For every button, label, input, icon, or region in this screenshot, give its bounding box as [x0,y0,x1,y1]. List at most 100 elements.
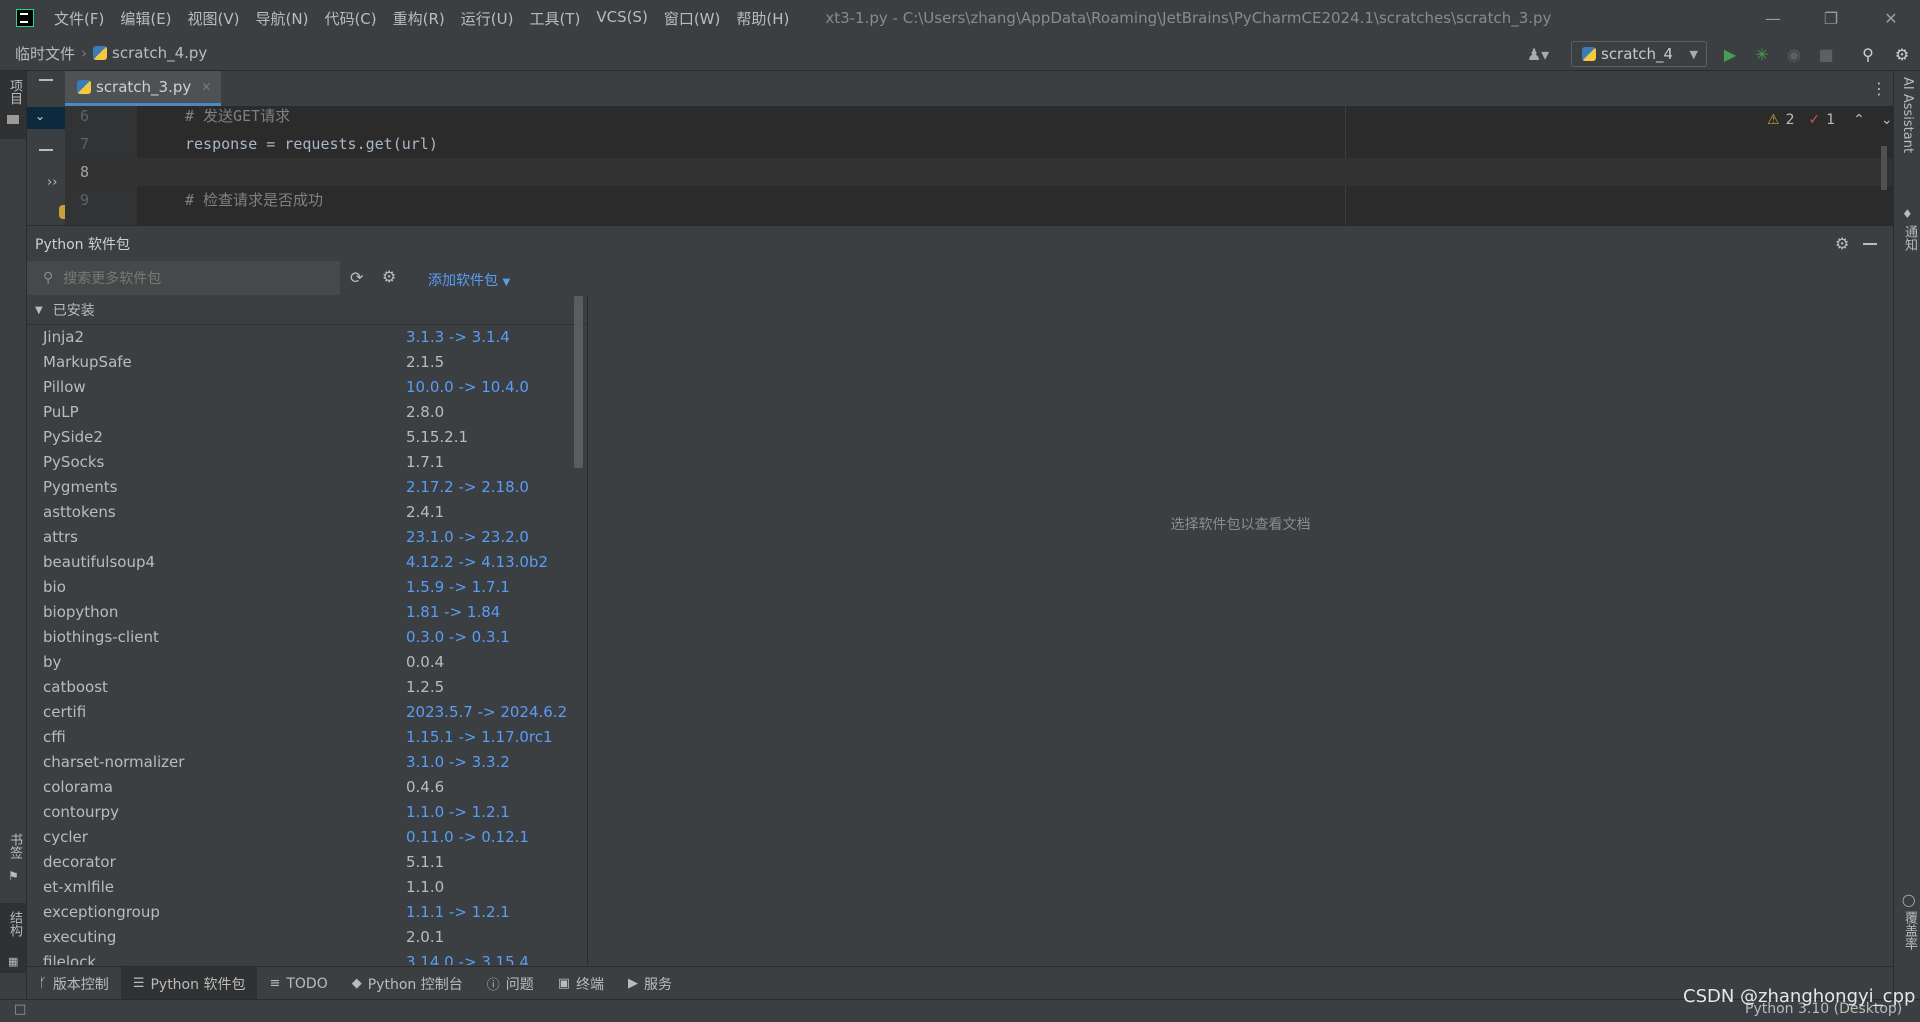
package-version-upgrade-link[interactable]: 1.15.1 -> 1.17.0rc1 [406,728,553,746]
menu-item-6[interactable]: 运行(U) [461,8,514,29]
package-row[interactable]: bio 1.5.9 -> 1.7.1 [27,575,587,600]
package-version-upgrade-link[interactable]: 10.0.0 -> 10.4.0 [406,378,529,396]
coverage-tool-button[interactable]: ◯ 覆盖率 [1894,893,1920,963]
bookmarks-tool-button[interactable]: 书签 ⚑ [0,833,26,895]
notifications-tool-button[interactable]: ♦ 通知 [1894,207,1920,267]
package-list-scrollbar[interactable] [574,296,583,468]
editor-tab-scratch-3[interactable]: scratch_3.py ✕ [65,71,221,106]
package-version-upgrade-link[interactable]: 2.17.2 -> 2.18.0 [406,478,529,496]
package-row[interactable]: contourpy 1.1.0 -> 1.2.1 [27,800,587,825]
package-version-upgrade-link[interactable]: 1.81 -> 1.84 [406,603,500,621]
editor-scrollbar[interactable] [1881,146,1887,190]
add-package-button[interactable]: 添加软件包 ▼ [428,270,510,290]
code-line[interactable]: 8 [65,158,1893,186]
tool-tab-2[interactable]: ≡ TODO [257,967,339,1000]
run-icon[interactable]: ▶ [1720,44,1740,64]
tool-tab-3[interactable]: ◆ Python 控制台 [340,967,475,1000]
minimize-icon-2[interactable] [39,149,53,151]
package-row[interactable]: biopython 1.81 -> 1.84 [27,600,587,625]
package-row[interactable]: attrs 23.1.0 -> 23.2.0 [27,525,587,550]
minimize-icon[interactable] [39,79,53,81]
next-highlight-icon[interactable]: ⌄ [1881,112,1893,128]
package-row[interactable]: by 0.0.4 [27,650,587,675]
menu-item-0[interactable]: 文件(F) [54,8,104,29]
code-line[interactable]: 9 # 检查请求是否成功 [65,186,1893,214]
more-chevron-icon[interactable]: ›› [47,175,57,190]
project-tree-selected-row[interactable]: ⌄ [27,107,65,129]
code-editor[interactable]: 6 # 发送GET请求 7 response = requests.get(url) 8… [65,106,1893,225]
breadcrumb-file[interactable]: scratch_4.py [112,44,207,62]
package-row[interactable]: biothings-client 0.3.0 -> 0.3.1 [27,625,587,650]
coverage-icon[interactable]: ◉ [1784,44,1804,64]
package-search-box[interactable]: ⚲ [27,261,340,295]
installed-group-header[interactable]: ▼ 已安装 [27,296,587,325]
package-row[interactable]: exceptiongroup 1.1.1 -> 1.2.1 [27,900,587,925]
breadcrumb-root[interactable]: 临时文件 [15,43,75,64]
package-version-upgrade-link[interactable]: 4.12.2 -> 4.13.0b2 [406,553,548,571]
package-row[interactable]: beautifulsoup4 4.12.2 -> 4.13.0b2 [27,550,587,575]
settings-gear-icon[interactable]: ⚙ [1892,44,1912,64]
package-row[interactable]: decorator 5.1.1 [27,850,587,875]
package-row[interactable]: cffi 1.15.1 -> 1.17.0rc1 [27,725,587,750]
menu-item-9[interactable]: 窗口(W) [664,8,721,29]
more-actions-icon[interactable]: ⋮ [1871,79,1887,98]
menu-item-5[interactable]: 重构(R) [393,8,445,29]
inspection-widget[interactable]: ⚠ 2 ✓ 1 ⌃ ⌄ [1767,112,1893,128]
package-version-upgrade-link[interactable]: 3.1.0 -> 3.3.2 [406,753,510,771]
close-button[interactable]: ✕ [1862,0,1920,36]
package-version-upgrade-link[interactable]: 2023.5.7 -> 2024.6.2 [406,703,567,721]
package-version-upgrade-link[interactable]: 0.11.0 -> 0.12.1 [406,828,529,846]
code-line[interactable]: 7 response = requests.get(url) [65,130,1893,158]
package-row[interactable]: Jinja2 3.1.3 -> 3.1.4 [27,325,587,350]
package-version-upgrade-link[interactable]: 0.3.0 -> 0.3.1 [406,628,510,646]
run-config-selector[interactable]: scratch_4 ▼ [1571,41,1707,67]
menu-item-3[interactable]: 导航(N) [256,8,309,29]
package-row[interactable]: et-xmlfile 1.1.0 [27,875,587,900]
menu-item-7[interactable]: 工具(T) [529,8,580,29]
package-version-upgrade-link[interactable]: 3.14.0 -> 3.15.4 [406,953,529,965]
menu-item-1[interactable]: 编辑(E) [120,8,171,29]
package-version-upgrade-link[interactable]: 1.1.0 -> 1.2.1 [406,803,510,821]
menu-item-8[interactable]: VCS(S) [596,8,647,29]
package-row[interactable]: Pillow 10.0.0 -> 10.4.0 [27,375,587,400]
minimize-button[interactable]: — [1744,0,1802,36]
tool-tab-1[interactable]: ☰ Python 软件包 [120,967,258,1000]
installed-package-list[interactable]: ▼ 已安装 Jinja2 3.1.3 -> 3.1.4 MarkupSafe 2.1.… [27,296,588,965]
tool-tab-0[interactable]: ᚶ 版本控制 [27,967,121,1000]
package-version-upgrade-link[interactable]: 1.1.1 -> 1.2.1 [406,903,510,921]
refresh-icon[interactable]: ⟳ [350,268,363,287]
hide-panel-icon[interactable] [1863,243,1877,245]
package-row[interactable]: MarkupSafe 2.1.5 [27,350,587,375]
structure-tool-button[interactable]: 结构 ▦ [0,903,26,973]
package-settings-gear-icon[interactable]: ⚙ [382,267,396,286]
package-version-upgrade-link[interactable]: 23.1.0 -> 23.2.0 [406,528,529,546]
code-line[interactable]: 6 # 发送GET请求 [65,106,1893,130]
package-row[interactable]: catboost 1.2.5 [27,675,587,700]
close-tab-icon[interactable]: ✕ [201,80,211,94]
tool-tab-6[interactable]: ▶ 服务 [616,967,684,1000]
package-row[interactable]: colorama 0.4.6 [27,775,587,800]
package-version-upgrade-link[interactable]: 3.1.3 -> 3.1.4 [406,328,510,346]
package-row[interactable]: filelock 3.14.0 -> 3.15.4 [27,950,587,965]
panel-settings-gear-icon[interactable]: ⚙ [1835,234,1849,253]
package-version-upgrade-link[interactable]: 1.5.9 -> 1.7.1 [406,578,510,596]
stop-icon[interactable]: ■ [1816,44,1836,64]
previous-highlight-icon[interactable]: ⌃ [1853,112,1865,128]
vcs-user-icon[interactable]: ♟▾ [1520,44,1556,64]
package-row[interactable]: Pygments 2.17.2 -> 2.18.0 [27,475,587,500]
restore-button[interactable]: ❐ [1802,0,1860,36]
tool-tab-4[interactable]: ⓘ 问题 [475,967,546,1000]
ai-assistant-tool-button[interactable]: AI Assistant [1894,77,1920,197]
package-row[interactable]: certifi 2023.5.7 -> 2024.6.2 [27,700,587,725]
tool-tab-5[interactable]: ▣ 终端 [546,967,616,1000]
package-row[interactable]: PySocks 1.7.1 [27,450,587,475]
package-row[interactable]: asttokens 2.4.1 [27,500,587,525]
package-search-input[interactable] [61,269,326,287]
package-row[interactable]: charset-normalizer 3.1.0 -> 3.3.2 [27,750,587,775]
toggle-tool-windows-icon[interactable]: □ [14,1002,26,1017]
search-icon[interactable]: ⚲ [1858,44,1878,64]
package-row[interactable]: PySide2 5.15.2.1 [27,425,587,450]
package-row[interactable]: PuLP 2.8.0 [27,400,587,425]
package-row[interactable]: cycler 0.11.0 -> 0.12.1 [27,825,587,850]
menu-item-2[interactable]: 视图(V) [188,8,240,29]
